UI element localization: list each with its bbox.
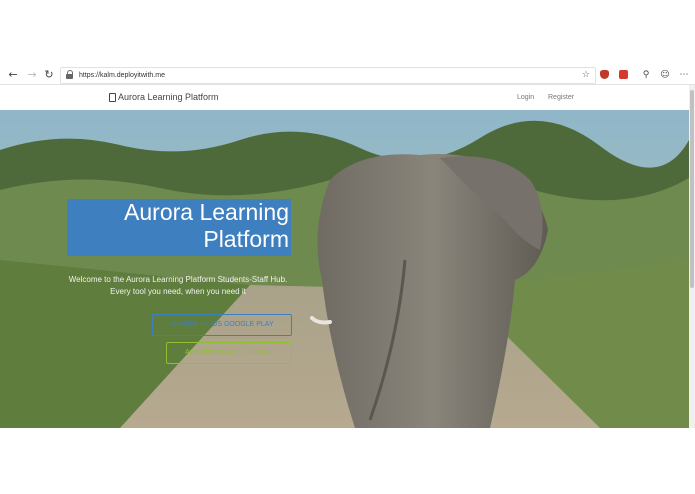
shield-extension-icon[interactable]	[600, 70, 609, 79]
star-icon[interactable]: ☆	[582, 69, 590, 81]
hero-subtitle: Welcome to the Aurora Learning Platform …	[68, 275, 288, 296]
forward-arrow-icon[interactable]: →	[25, 68, 39, 82]
login-link[interactable]: Login	[517, 93, 534, 102]
site-header: Aurora Learning Platform Login Register	[0, 85, 689, 110]
extension-icon[interactable]	[619, 70, 628, 79]
hero-section: Aurora Learning Platform Welcome to the …	[0, 110, 689, 428]
hero-background-image	[0, 110, 689, 428]
apple-store-button[interactable]: Available on APPLE STORE	[166, 342, 292, 364]
smiley-icon[interactable]: ☺	[659, 68, 671, 82]
profile-icon[interactable]: ⚲	[640, 68, 652, 82]
scrollbar-thumb[interactable]	[690, 90, 694, 288]
hero-title-line2: Platform	[203, 226, 289, 252]
brand-title[interactable]: Aurora Learning Platform	[118, 92, 219, 103]
page-scrollbar[interactable]	[689, 85, 695, 428]
browser-toolbar: ← → ↻ https://kalm.deployitwith.me ☆ ⚲ ☺…	[0, 66, 695, 85]
lock-icon	[66, 70, 73, 80]
google-play-button-label: Available on iOS GOOGLE PLAY	[170, 321, 274, 328]
refresh-icon[interactable]: ↻	[42, 68, 56, 82]
apple-store-button-label: Available on APPLE STORE	[184, 349, 274, 356]
hero-title-line1: Aurora Learning	[124, 199, 289, 225]
url-text: https://kalm.deployitwith.me	[79, 72, 165, 79]
tablet-icon	[109, 93, 116, 102]
back-arrow-icon[interactable]: ←	[6, 68, 20, 82]
hero-title: Aurora Learning Platform	[67, 199, 291, 256]
google-play-button[interactable]: Available on iOS GOOGLE PLAY	[152, 314, 292, 336]
address-bar[interactable]: https://kalm.deployitwith.me ☆	[60, 67, 596, 84]
register-link[interactable]: Register	[548, 93, 574, 102]
more-dots-icon[interactable]: ⋯	[678, 68, 690, 82]
